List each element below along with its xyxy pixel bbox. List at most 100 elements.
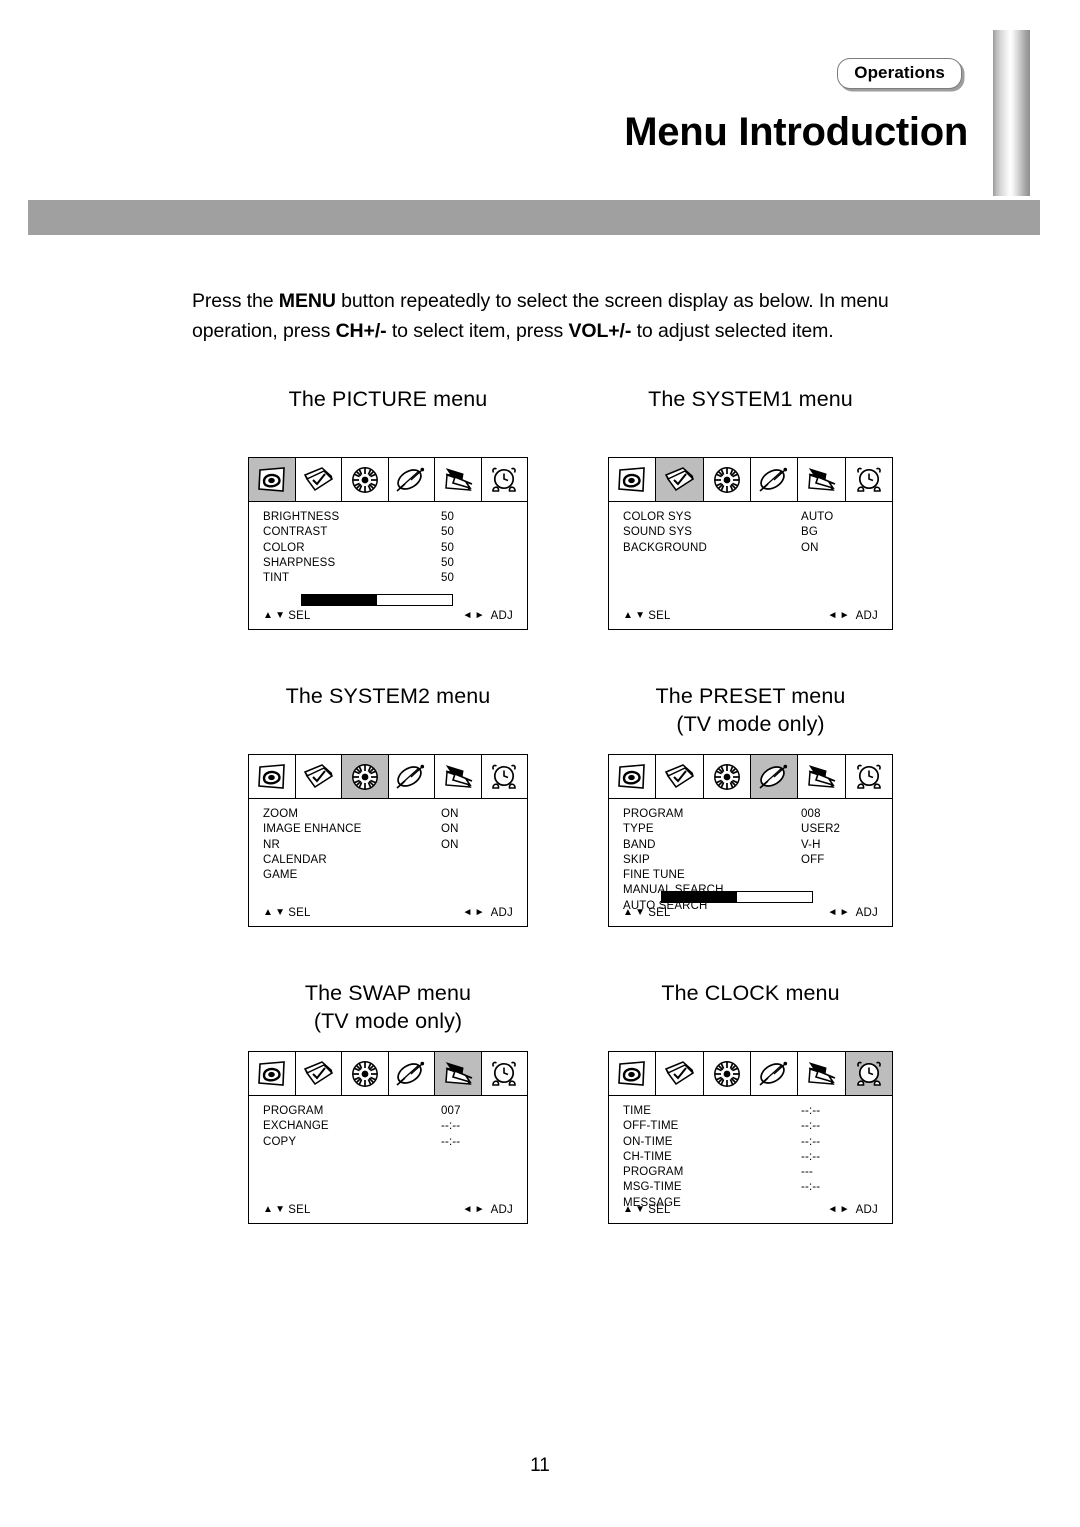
- osd-row[interactable]: CALENDAR: [263, 853, 513, 868]
- osd-row[interactable]: SHARPNESS 50: [263, 556, 513, 571]
- clock-alarm-icon[interactable]: [481, 458, 527, 501]
- system1-icon[interactable]: [295, 755, 342, 798]
- osd-row-value: [441, 868, 513, 883]
- osd-row[interactable]: ZOOM ON: [263, 807, 513, 822]
- menu-screen-5: The SWAP menu (TV mode only) PROGRAM 007…: [248, 979, 528, 1224]
- osd-row[interactable]: PROGRAM 008: [623, 807, 878, 822]
- swap-arrows-icon[interactable]: [435, 458, 482, 501]
- system1-icon[interactable]: [656, 755, 704, 798]
- preset-satellite-icon[interactable]: [388, 458, 435, 501]
- osd-row[interactable]: PROGRAM 007: [263, 1104, 513, 1119]
- select-hint: ▲ ▼ SEL: [263, 610, 311, 622]
- osd-row[interactable]: BAND V-H: [623, 838, 878, 853]
- osd-row-label: PROGRAM: [623, 1166, 684, 1179]
- osd-progress-bar[interactable]: [301, 594, 453, 606]
- osd-row-label: BACKGROUND: [623, 541, 707, 554]
- osd-row-value: BG: [801, 526, 818, 539]
- osd-row[interactable]: PROGRAM ---: [623, 1165, 878, 1180]
- osd-row[interactable]: SOUND SYS BG: [623, 525, 878, 540]
- osd-row[interactable]: SKIP OFF: [623, 853, 878, 868]
- clock-alarm-icon[interactable]: [845, 458, 892, 501]
- triangle-right-icon: ►: [839, 610, 850, 621]
- adjust-hint: ◄ ► ADJ: [462, 1204, 513, 1216]
- system2-icon[interactable]: [342, 1052, 389, 1095]
- osd-row-value: --:--: [801, 1181, 821, 1194]
- system2-icon[interactable]: [342, 458, 389, 501]
- osd-row[interactable]: MSG-TIME --:--: [623, 1180, 878, 1195]
- preset-satellite-icon[interactable]: [750, 1052, 799, 1095]
- clock-alarm-icon[interactable]: [481, 1052, 527, 1095]
- osd-row-value: OFF: [801, 853, 825, 866]
- osd-panel: PROGRAM 008 TYPE USER2 BAND V-H SKIP OFF FINE TU…: [608, 754, 893, 927]
- preset-satellite-icon[interactable]: [388, 755, 435, 798]
- picture-icon[interactable]: [249, 755, 296, 798]
- osd-row[interactable]: CONTRAST 50: [263, 525, 513, 540]
- osd-row[interactable]: COLOR 50: [263, 541, 513, 556]
- osd-row-value: 50: [441, 572, 455, 585]
- intro-text-1: Press the: [192, 289, 279, 312]
- osd-row[interactable]: FINE TUNE: [623, 868, 878, 883]
- system2-icon[interactable]: [342, 755, 389, 798]
- osd-row[interactable]: COPY --:--: [263, 1135, 513, 1150]
- osd-row-value: --:--: [801, 1120, 821, 1133]
- system1-icon[interactable]: [295, 458, 342, 501]
- picture-icon[interactable]: [249, 458, 296, 501]
- picture-icon[interactable]: [249, 1052, 296, 1095]
- osd-item-list: ZOOM ON IMAGE ENHANCE ON NR ON CALENDAR GAME: [249, 799, 527, 907]
- sel-label: SEL: [288, 610, 311, 622]
- preset-satellite-icon[interactable]: [750, 755, 799, 798]
- osd-icon-tab-bar: [249, 458, 527, 502]
- swap-arrows-icon[interactable]: [435, 1052, 482, 1095]
- osd-item-list: PROGRAM 008 TYPE USER2 BAND V-H SKIP OFF FINE TU…: [609, 799, 892, 912]
- osd-row[interactable]: BACKGROUND ON: [623, 541, 878, 556]
- osd-row[interactable]: EXCHANGE --:--: [263, 1119, 513, 1134]
- osd-row[interactable]: IMAGE ENHANCE ON: [263, 822, 513, 837]
- osd-row[interactable]: GAME: [263, 868, 513, 883]
- system1-icon[interactable]: [295, 1052, 342, 1095]
- adjust-hint: ◄ ► ADJ: [462, 610, 513, 622]
- clock-alarm-icon[interactable]: [845, 1052, 892, 1095]
- menu-caption: The PICTURE menu: [288, 387, 488, 411]
- clock-alarm-icon[interactable]: [481, 755, 527, 798]
- swap-arrows-icon[interactable]: [798, 458, 846, 501]
- system2-icon[interactable]: [703, 1052, 751, 1095]
- adjust-hint: ◄ ► ADJ: [827, 610, 878, 622]
- osd-row-value: USER2: [801, 823, 841, 836]
- osd-row[interactable]: ON-TIME --:--: [623, 1135, 878, 1150]
- osd-footer-hints: ▲ ▼ SEL ◄ ► ADJ: [249, 610, 527, 629]
- osd-row[interactable]: BRIGHTNESS 50: [263, 510, 513, 525]
- system2-icon[interactable]: [703, 458, 751, 501]
- picture-icon[interactable]: [609, 458, 657, 501]
- osd-row[interactable]: TYPE USER2: [623, 822, 878, 837]
- osd-row[interactable]: NR ON: [263, 838, 513, 853]
- preset-satellite-icon[interactable]: [388, 1052, 435, 1095]
- triangle-left-icon: ◄: [462, 1204, 473, 1215]
- swap-arrows-icon[interactable]: [798, 1052, 846, 1095]
- osd-panel: COLOR SYS AUTO SOUND SYS BG BACKGROUND ON ▲ ▼ SE…: [608, 457, 893, 630]
- osd-panel: BRIGHTNESS 50 CONTRAST 50 COLOR 50 SHARPNESS 50…: [248, 457, 528, 630]
- clock-alarm-icon[interactable]: [845, 755, 892, 798]
- system2-icon[interactable]: [703, 755, 751, 798]
- osd-row[interactable]: TINT 50: [263, 571, 513, 586]
- picture-icon[interactable]: [609, 1052, 657, 1095]
- swap-arrows-icon[interactable]: [798, 755, 846, 798]
- preset-satellite-icon[interactable]: [750, 458, 799, 501]
- osd-row[interactable]: TIME --:--: [623, 1104, 878, 1119]
- osd-progress-bar[interactable]: [661, 891, 813, 903]
- osd-row[interactable]: COLOR SYS AUTO: [623, 510, 878, 525]
- osd-row[interactable]: OFF-TIME --:--: [623, 1119, 878, 1134]
- picture-icon[interactable]: [609, 755, 657, 798]
- osd-icon-tab-bar: [249, 1052, 527, 1096]
- triangle-down-icon: ▼: [275, 610, 286, 621]
- system1-icon[interactable]: [656, 458, 704, 501]
- osd-row[interactable]: CH-TIME --:--: [623, 1150, 878, 1165]
- select-hint: ▲ ▼ SEL: [623, 610, 671, 622]
- osd-panel: PROGRAM 007 EXCHANGE --:-- COPY --:-- ▲ ▼ SEL ◄ ► A…: [248, 1051, 528, 1224]
- swap-arrows-icon[interactable]: [435, 755, 482, 798]
- menu-screen-3: The SYSTEM2 menu ZOOM ON IMAGE ENHANCE O…: [248, 682, 528, 927]
- system1-icon[interactable]: [656, 1052, 704, 1095]
- osd-row[interactable]: MESSAGE: [623, 1196, 878, 1211]
- osd-row-value: --:--: [801, 1105, 821, 1117]
- osd-row-value: [441, 853, 513, 868]
- osd-row-label: GAME: [263, 869, 298, 882]
